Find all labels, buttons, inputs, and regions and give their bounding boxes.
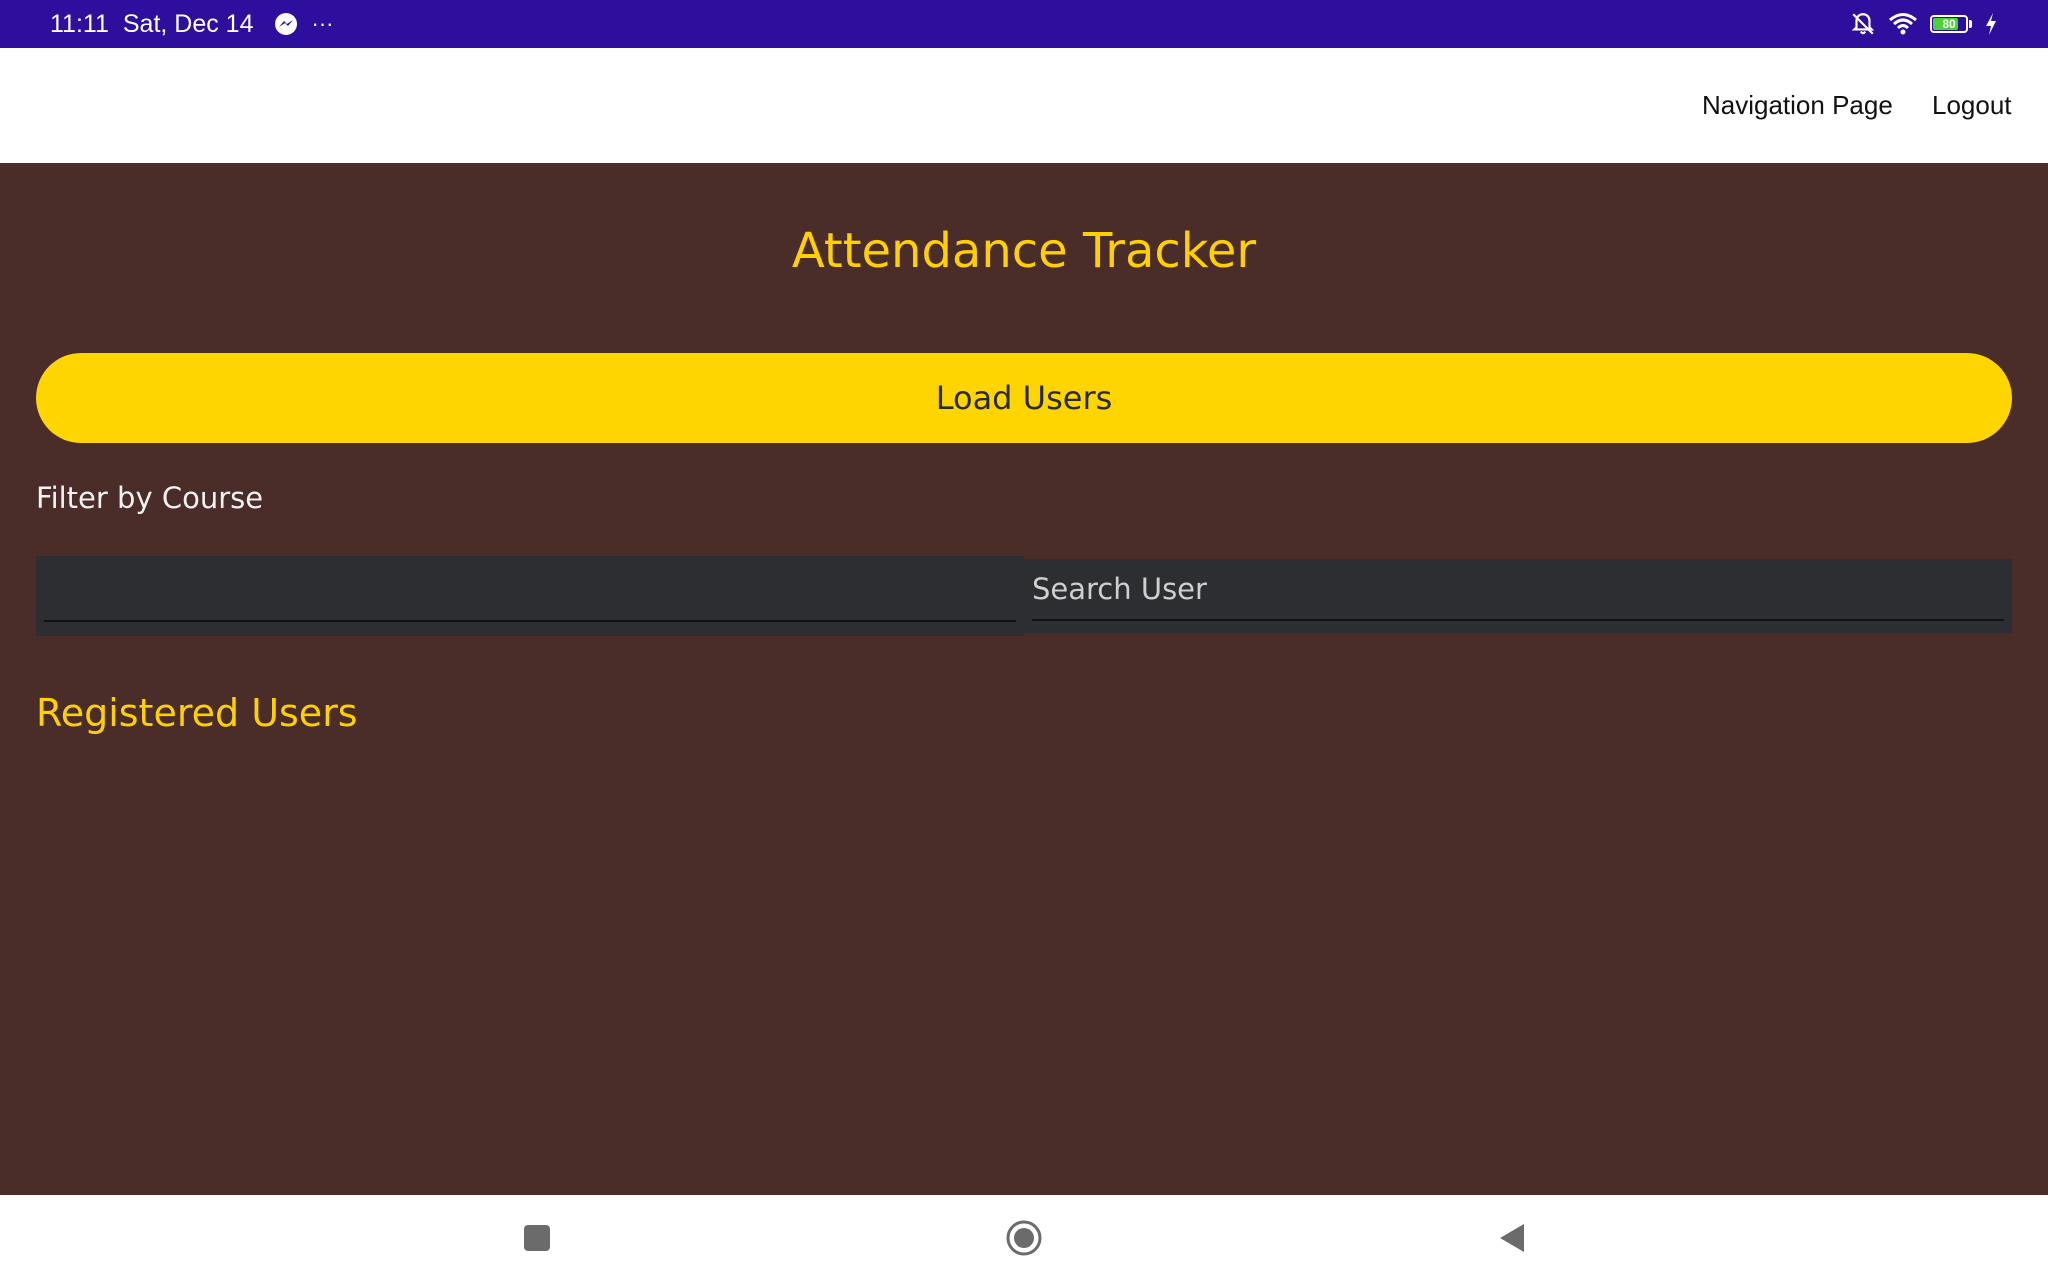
home-button[interactable] [1002,1195,1046,1280]
search-user-input[interactable] [1032,559,1992,619]
load-users-button[interactable]: Load Users [36,353,2012,443]
status-bar: 11:11 Sat, Dec 14 ··· 80 [0,0,2048,48]
filter-by-course-label: Filter by Course [36,481,264,515]
recents-square-icon [523,1224,551,1252]
home-circle-icon [1005,1219,1043,1257]
status-time: 11:11 [50,9,109,38]
main-content: Attendance Tracker Load Users Filter by … [0,163,2048,1195]
charging-icon [1984,12,1998,36]
wifi-icon [1888,11,1918,37]
registered-users-heading: Registered Users [36,691,358,735]
bell-off-icon [1850,11,1876,37]
search-field-underline [1032,619,2004,621]
status-right: 80 [1850,0,1998,48]
status-date: Sat, Dec 14 [122,9,254,38]
search-user-field [1024,559,2012,633]
top-app-bar: Navigation Page Logout [0,48,2048,163]
messenger-icon [274,12,298,36]
logout-link[interactable]: Logout [1932,48,2012,163]
navigation-page-link[interactable]: Navigation Page [1702,48,1893,163]
battery-icon: 80 [1930,15,1972,33]
back-button[interactable] [1492,1195,1532,1280]
course-field-underline [44,620,1016,622]
back-triangle-icon [1498,1222,1526,1254]
more-icon: ··· [311,11,334,36]
status-left: 11:11 Sat, Dec 14 ··· [50,0,333,48]
course-filter-field[interactable] [36,556,1024,636]
page-title: Attendance Tracker [791,223,1257,279]
recents-button[interactable] [510,1195,564,1280]
battery-level: 80 [1942,17,1956,31]
system-nav-bar [0,1195,2048,1280]
